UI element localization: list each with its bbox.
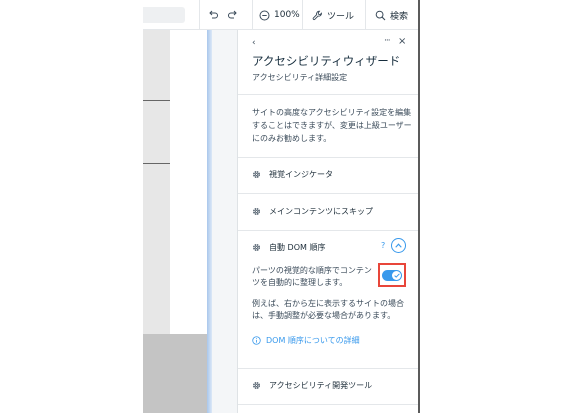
undo-button[interactable] <box>207 0 219 30</box>
toggle-highlight <box>378 263 406 287</box>
window-edge <box>418 0 420 413</box>
section-label: アクセシビリティ開発ツール <box>269 381 373 390</box>
search-icon <box>375 10 386 20</box>
panel-description: サイトの高度なアクセシビリティ設定を編集することはできますが、変更は上級ユーザー… <box>252 108 412 143</box>
toolbar-separator <box>365 0 366 30</box>
canvas-divider-line <box>143 163 170 164</box>
toggle-description: パーツの視覚的な順序でコンテンツを自動的に整理します。 <box>252 266 372 287</box>
toolbar-field[interactable] <box>143 7 185 23</box>
divider <box>238 94 418 95</box>
gear-icon <box>253 382 260 389</box>
section-note: 例えば、右から左に表示するサイトの場合は、手動調整が必要な場合があります。 <box>252 299 404 320</box>
panel-subtitle: アクセシビリティ詳細設定 <box>252 73 348 82</box>
zoom-level: 100% <box>274 10 300 20</box>
section-label: 視覚インジケータ <box>269 170 333 179</box>
divider <box>238 368 418 369</box>
toolbar-separator <box>199 0 200 30</box>
section-accessibility-dev-tools[interactable]: アクセシビリティ開発ツール <box>252 380 372 391</box>
divider <box>238 404 418 405</box>
divider <box>238 230 418 231</box>
divider <box>238 193 418 194</box>
canvas-divider-line <box>143 100 170 101</box>
chevron-up-icon <box>395 243 402 248</box>
auto-dom-order-toggle[interactable] <box>382 269 402 281</box>
accessibility-wizard-panel: ‹ ··· × アクセシビリティウィザード アクセシビリティ詳細設定 サイトの高… <box>237 30 418 413</box>
undo-icon <box>209 10 218 19</box>
zoom-out-icon <box>259 10 270 20</box>
section-visual-indicator[interactable]: 視覚インジケータ <box>252 169 333 180</box>
zoom-button[interactable]: 100% <box>259 0 300 30</box>
tools-button[interactable]: ツール <box>312 0 354 30</box>
collapse-button[interactable] <box>391 238 406 253</box>
section-auto-dom-order[interactable]: 自動 DOM 順序 <box>252 242 325 253</box>
redo-icon <box>228 10 237 19</box>
section-label: メインコンテンツにスキップ <box>269 207 373 216</box>
gear-icon <box>253 171 260 178</box>
canvas-block <box>143 334 207 413</box>
search-button[interactable]: 検索 <box>375 0 408 30</box>
redo-button[interactable] <box>227 0 239 30</box>
canvas-gap <box>212 30 237 413</box>
dom-order-learn-more-link[interactable]: DOM 順序についての詳細 <box>252 335 360 346</box>
toolbar-separator <box>302 0 303 30</box>
toolbar-separator <box>252 0 253 30</box>
section-skip-to-content[interactable]: メインコンテンツにスキップ <box>252 206 373 217</box>
section-label: 自動 DOM 順序 <box>269 243 326 252</box>
check-icon <box>393 272 400 278</box>
panel-title: アクセシビリティウィザード <box>252 54 401 68</box>
link-label: DOM 順序についての詳細 <box>266 336 360 345</box>
search-label: 検索 <box>390 11 409 22</box>
gear-icon <box>253 244 260 251</box>
info-icon <box>252 336 261 345</box>
gear-icon <box>253 208 260 215</box>
toggle-knob <box>392 270 401 280</box>
wrench-icon <box>312 10 322 20</box>
tools-label: ツール <box>327 11 355 22</box>
more-options-icon[interactable]: ··· <box>384 36 391 46</box>
close-icon[interactable]: × <box>398 36 406 47</box>
help-icon[interactable]: ? <box>381 241 385 250</box>
divider <box>238 157 418 158</box>
editor-toolbar: 100% ツール 検索 <box>143 0 418 30</box>
back-icon[interactable]: ‹ <box>252 38 256 48</box>
